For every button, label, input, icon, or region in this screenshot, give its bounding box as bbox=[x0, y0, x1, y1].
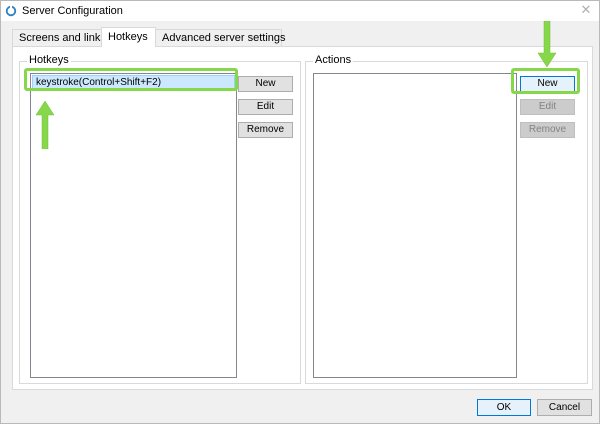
arrow-down-icon bbox=[537, 21, 557, 67]
action-remove-button: Remove bbox=[520, 122, 575, 138]
close-icon[interactable]: ✕ bbox=[579, 3, 593, 17]
hotkeys-group-label: Hotkeys bbox=[27, 54, 71, 66]
hotkeys-list[interactable]: keystroke(Control+Shift+F2) bbox=[30, 73, 237, 378]
tab-hotkeys[interactable]: Hotkeys bbox=[101, 27, 156, 47]
ok-button[interactable]: OK bbox=[477, 399, 531, 416]
actions-list[interactable] bbox=[313, 73, 517, 378]
hotkeys-group: Hotkeys keystroke(Control+Shift+F2) New … bbox=[19, 54, 301, 384]
hotkey-new-button[interactable]: New bbox=[238, 76, 293, 92]
server-configuration-window: Server Configuration ✕ Screens and links… bbox=[0, 0, 600, 424]
title-bar[interactable]: Server Configuration ✕ bbox=[1, 1, 599, 21]
hotkeys-tab-panel: Hotkeys keystroke(Control+Shift+F2) New … bbox=[12, 46, 593, 390]
app-icon bbox=[5, 5, 17, 17]
hotkey-item-highlight bbox=[24, 68, 238, 91]
actions-group-label: Actions bbox=[313, 54, 354, 66]
actions-group: Actions New Edit Remove bbox=[305, 54, 588, 384]
arrow-up-icon bbox=[35, 101, 55, 149]
tab-screens-and-links[interactable]: Screens and links bbox=[12, 29, 106, 46]
cancel-button[interactable]: Cancel bbox=[537, 399, 592, 416]
window-title: Server Configuration bbox=[22, 5, 123, 17]
hotkey-remove-button[interactable]: Remove bbox=[238, 122, 293, 138]
action-edit-button: Edit bbox=[520, 99, 575, 115]
action-new-highlight bbox=[511, 68, 580, 94]
tab-advanced-server-settings[interactable]: Advanced server settings bbox=[155, 29, 286, 46]
hotkey-edit-button[interactable]: Edit bbox=[238, 99, 293, 115]
